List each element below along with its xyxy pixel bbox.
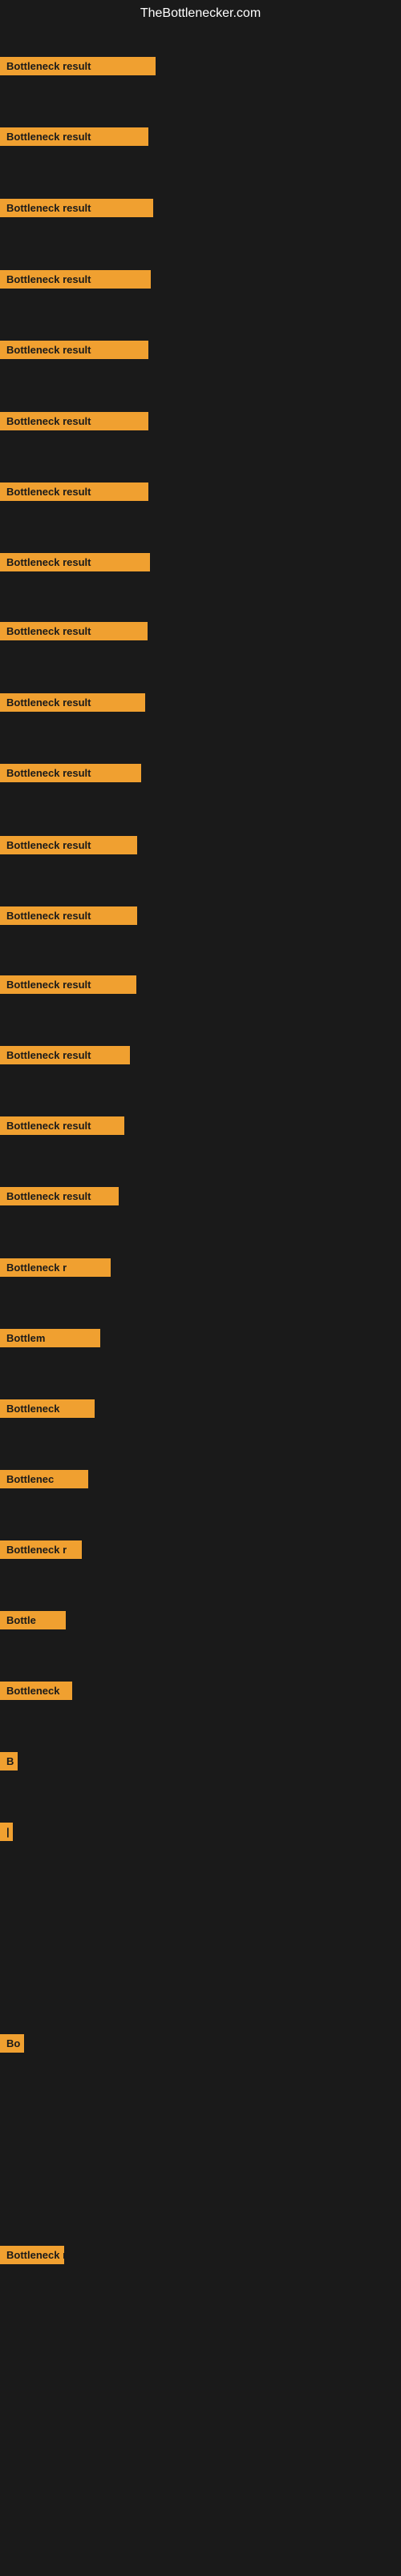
site-title: TheBottlenecker.com (0, 0, 401, 27)
bottleneck-result-item[interactable]: Bottlem (0, 1329, 100, 1347)
bottleneck-result-item[interactable]: Bottleneck result (0, 764, 141, 782)
bottleneck-result-item[interactable]: Bottleneck result (0, 975, 136, 994)
bottleneck-result-item[interactable]: Bottleneck (0, 1399, 95, 1418)
bottleneck-result-item[interactable]: Bottle (0, 1611, 66, 1629)
bottleneck-result-item[interactable]: Bottleneck result (0, 270, 151, 289)
bottleneck-result-item[interactable]: Bottleneck result (0, 906, 137, 925)
bottleneck-result-item[interactable]: Bottleneck result (0, 57, 156, 75)
bottleneck-result-item[interactable]: Bottleneck result (0, 836, 137, 854)
bottleneck-result-item[interactable]: Bottleneck result (0, 693, 145, 712)
bottleneck-result-item[interactable]: Bottleneck r (0, 1540, 82, 1559)
bottleneck-result-item[interactable]: Bottleneck result (0, 341, 148, 359)
bottleneck-result-item[interactable]: Bottleneck result (0, 622, 148, 640)
bottleneck-result-item[interactable]: Bottleneck result (0, 1046, 130, 1064)
bottleneck-result-item[interactable]: | (0, 1823, 13, 1841)
bottleneck-result-item[interactable]: Bottleneck result (0, 1187, 119, 1205)
bottleneck-result-item[interactable]: Bottleneck result (0, 553, 150, 571)
bottleneck-result-item[interactable]: Bottleneck r (0, 2246, 64, 2264)
bottleneck-result-item[interactable]: Bottleneck result (0, 482, 148, 501)
bottleneck-result-item[interactable]: Bottlenec (0, 1470, 88, 1488)
bottleneck-result-item[interactable]: Bottleneck r (0, 1258, 111, 1277)
bottleneck-result-item[interactable]: B (0, 1752, 18, 1770)
bottleneck-result-item[interactable]: Bottleneck result (0, 1116, 124, 1135)
bottleneck-result-item[interactable]: Bo (0, 2034, 24, 2053)
bottleneck-result-item[interactable]: Bottleneck result (0, 199, 153, 217)
bottleneck-result-item[interactable]: Bottleneck (0, 1682, 72, 1700)
bottleneck-result-item[interactable]: Bottleneck result (0, 412, 148, 430)
bottleneck-result-item[interactable]: Bottleneck result (0, 127, 148, 146)
